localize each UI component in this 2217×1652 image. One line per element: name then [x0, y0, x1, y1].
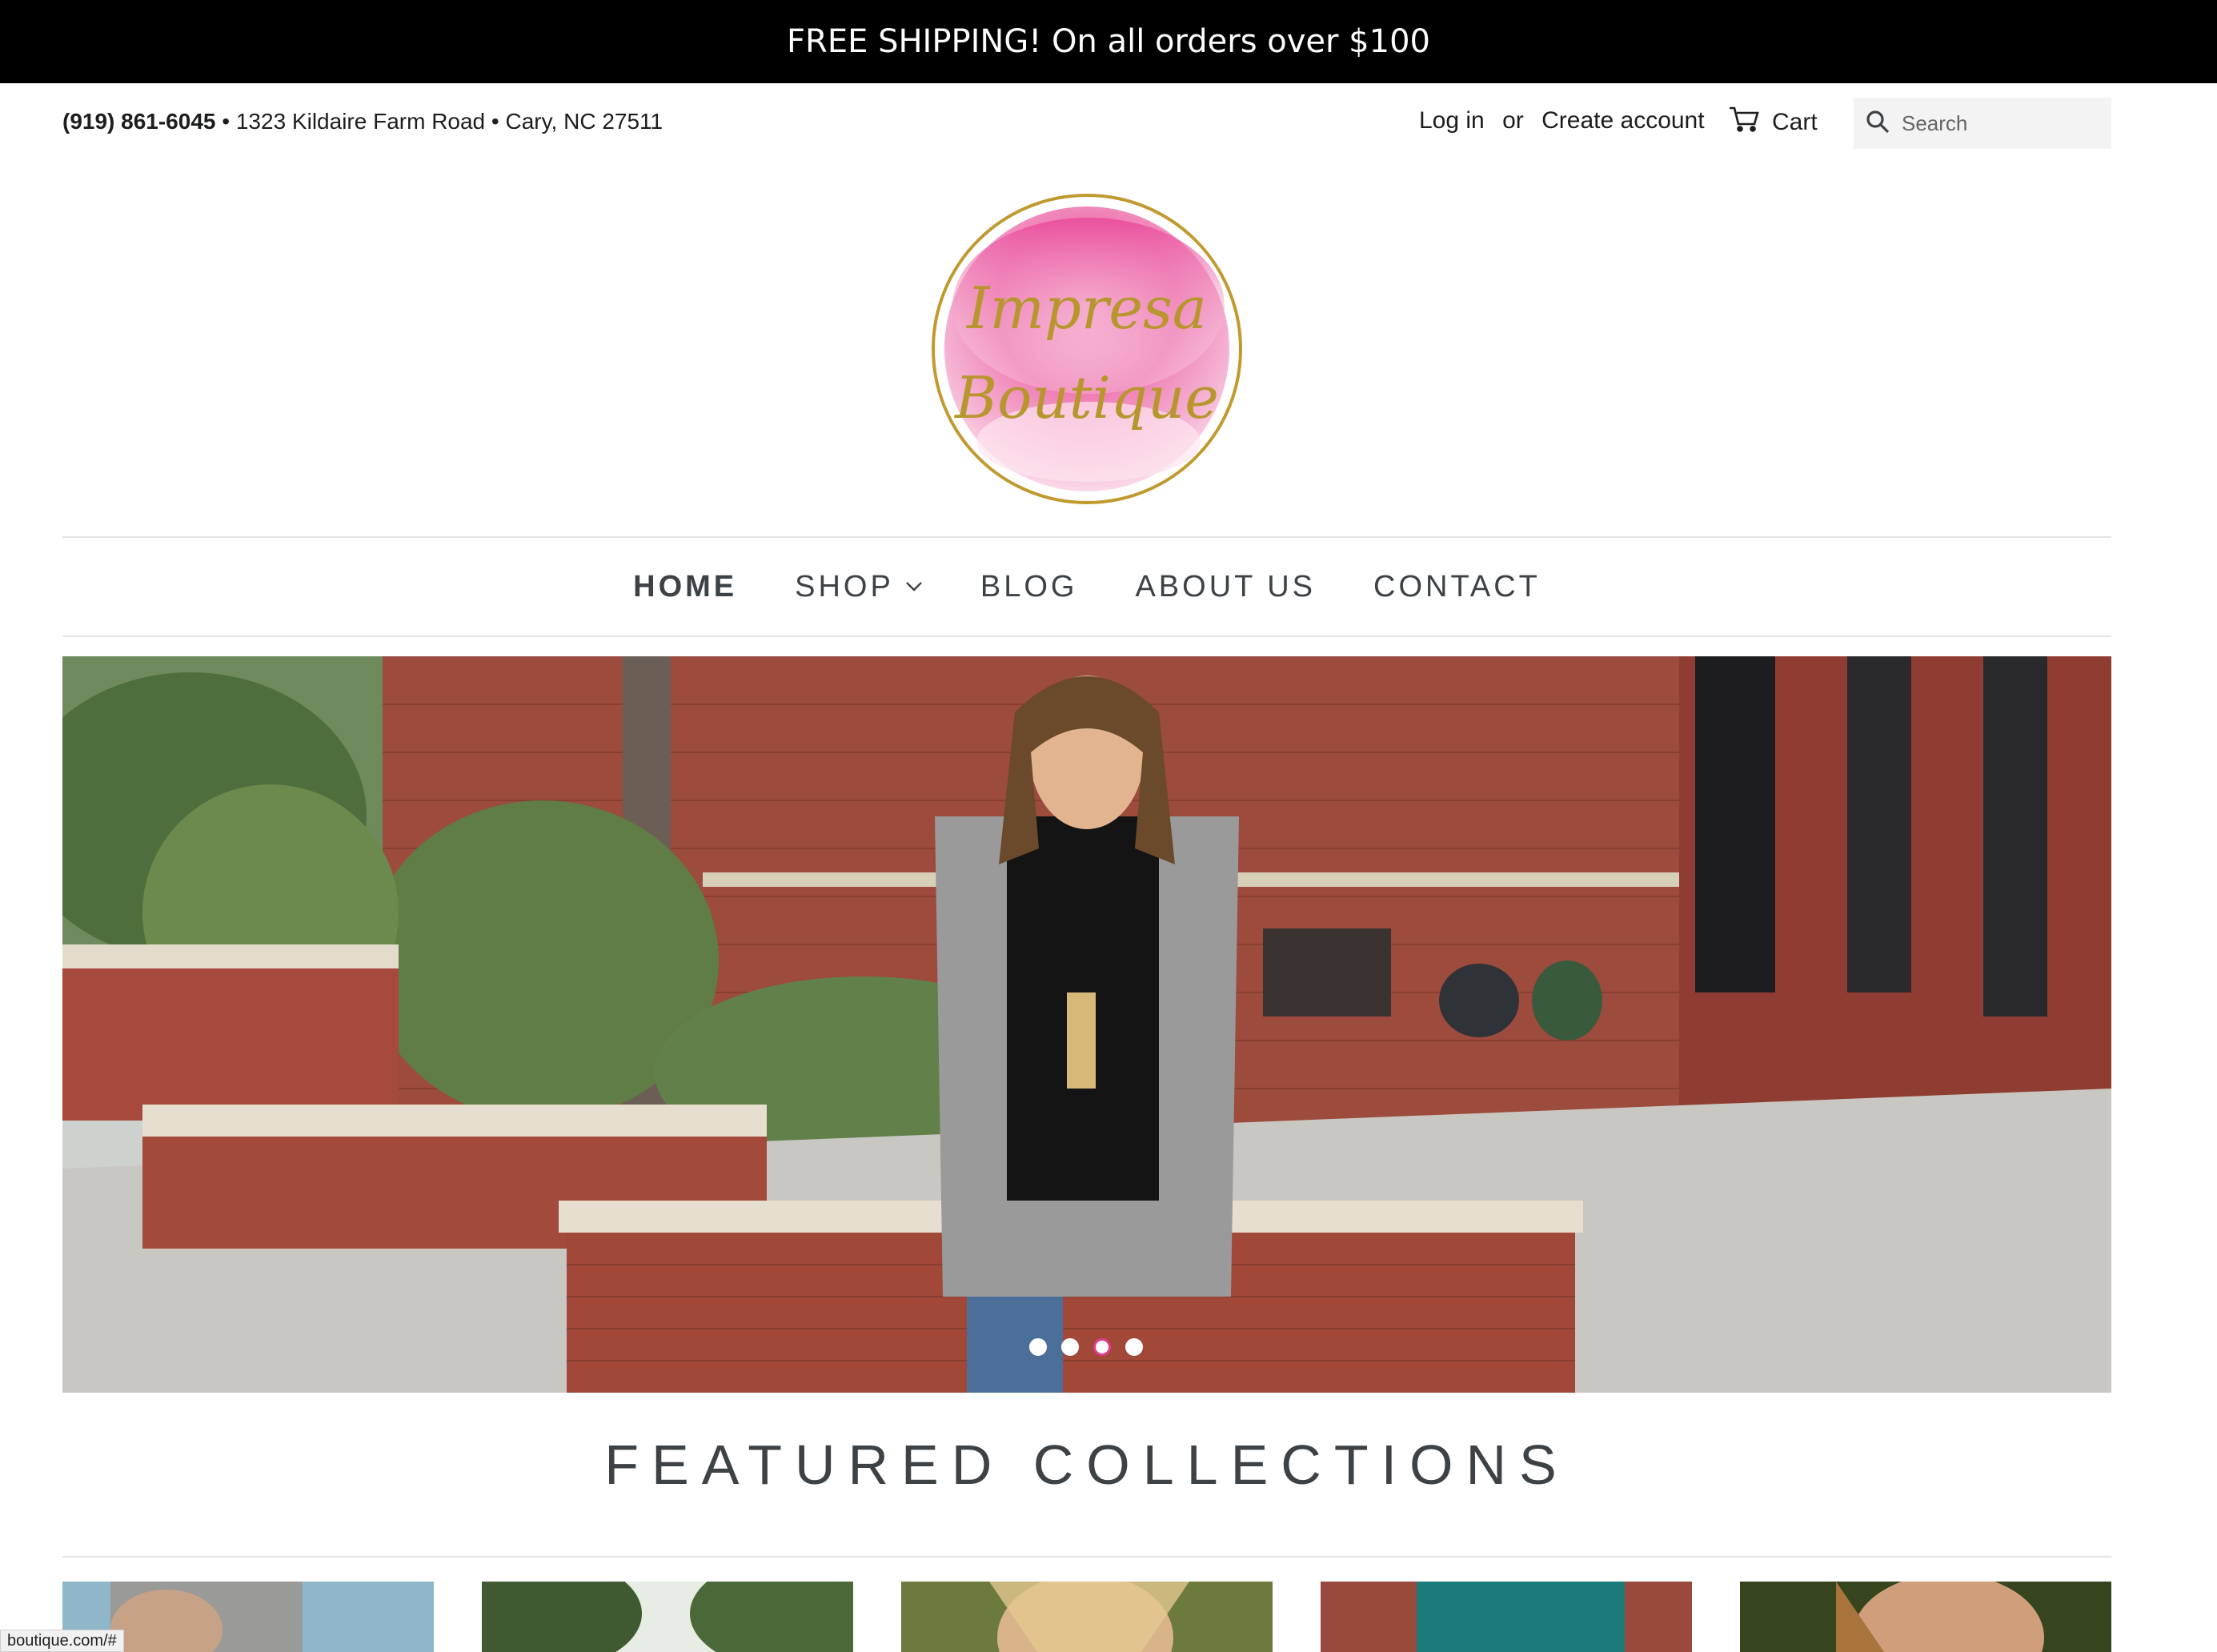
slide-dot[interactable] — [1125, 1338, 1143, 1356]
nav-item-shop[interactable]: SHOP — [795, 570, 923, 604]
collection-image — [901, 1582, 1273, 1652]
slide-dot[interactable] — [1029, 1338, 1047, 1356]
city-state-zip: Cary, NC 27511 — [505, 109, 663, 134]
chevron-down-icon — [905, 582, 922, 591]
logo-line-1: Impresa — [965, 275, 1207, 342]
browser-status-bar: boutique.com/# — [0, 1630, 124, 1652]
main-navigation: HOME SHOP BLOG ABOUT US CONTACT — [62, 538, 2111, 636]
separator: • — [485, 109, 506, 134]
nav-item-blog[interactable]: BLOG — [980, 570, 1078, 604]
announcement-bar: FREE SHIPPING! On all orders over $100 — [0, 0, 2217, 83]
slide-dot-active[interactable] — [1093, 1338, 1111, 1356]
hero-slideshow[interactable] — [62, 656, 2111, 1393]
featured-divider — [62, 1556, 2111, 1558]
collection-grid — [62, 1582, 2111, 1652]
collection-card[interactable] — [1321, 1582, 1692, 1652]
nav-bottom-divider — [62, 636, 2111, 637]
separator: • — [215, 109, 236, 134]
or-text: or — [1502, 107, 1524, 134]
nav-item-home[interactable]: HOME — [633, 570, 737, 604]
login-link[interactable]: Log in — [1419, 107, 1485, 134]
cart-link[interactable]: Cart — [1729, 106, 1818, 139]
store-logo[interactable]: Impresa Boutique — [928, 186, 1245, 512]
collection-card[interactable] — [1740, 1582, 2111, 1652]
phone-number: (919) 861-6045 — [62, 109, 216, 134]
collection-image — [1321, 1582, 1692, 1652]
logo-line-2: Boutique — [953, 364, 1219, 431]
slide-dot[interactable] — [1061, 1338, 1079, 1356]
collection-image — [1740, 1582, 2111, 1652]
search-box[interactable] — [1854, 98, 2111, 149]
nav-item-label: SHOP — [795, 569, 894, 603]
nav-item-about-us[interactable]: ABOUT US — [1135, 570, 1316, 604]
account-links: Log in or Create account — [1419, 107, 1705, 134]
search-input[interactable] — [1902, 110, 2094, 136]
collection-card[interactable] — [901, 1582, 1273, 1652]
cart-label: Cart — [1772, 109, 1818, 135]
slideshow-dots — [1029, 1338, 1143, 1356]
store-contact-info: (919) 861-6045 • 1323 Kildaire Farm Road… — [62, 109, 663, 134]
create-account-link[interactable]: Create account — [1541, 107, 1704, 134]
cart-icon — [1729, 106, 1759, 139]
nav-item-contact[interactable]: CONTACT — [1373, 570, 1541, 604]
hero-image — [62, 656, 2111, 1393]
collection-image — [482, 1582, 853, 1652]
search-icon[interactable] — [1865, 109, 1890, 138]
street-address: 1323 Kildaire Farm Road — [235, 109, 486, 134]
announcement-text: FREE SHIPPING! On all orders over $100 — [787, 23, 1430, 60]
featured-collections-heading: FEATURED COLLECTIONS — [604, 1433, 1570, 1496]
collection-card[interactable] — [482, 1582, 853, 1652]
